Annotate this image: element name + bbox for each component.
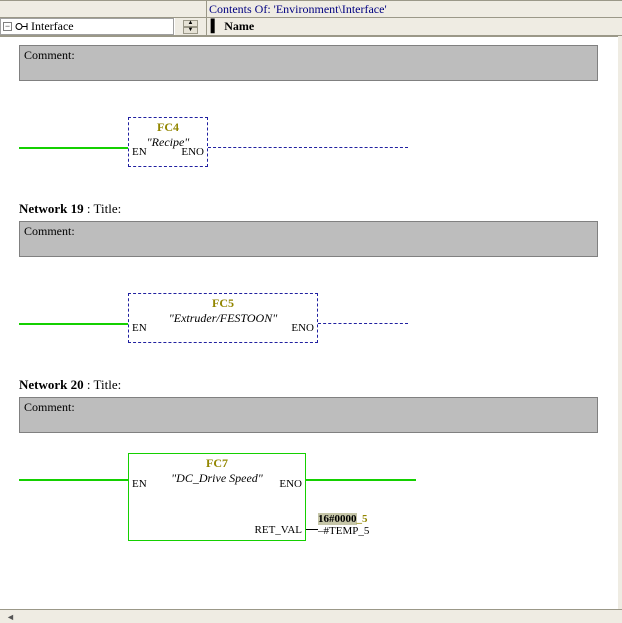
fc-id: FC7 [129,454,305,471]
column-grip-icon: ▍ [211,19,220,34]
power-rail-out [208,147,408,148]
column-name-label: Name [224,19,254,34]
comment-label: Comment: [24,224,75,238]
network-block-20: Network 20 : Title: Comment: FC7 "DC_Dri… [0,373,622,571]
fc-desc: "Extruder/FESTOON" [129,311,317,326]
fc-id: FC4 [129,118,207,135]
ladder-rung[interactable]: FC4 "Recipe" EN ENO [19,109,622,189]
comment-label: Comment: [24,400,75,414]
ladder-rung[interactable]: FC5 "Extruder/FESTOON" EN ENO [19,285,622,365]
ladder-rung[interactable]: FC7 "DC_Drive Speed" EN ENO RET_VAL 16#0… [19,451,622,571]
comment-box[interactable]: Comment: [19,397,598,433]
network-title-label: Title: [94,201,122,216]
function-block-fc5[interactable]: FC5 "Extruder/FESTOON" EN ENO [128,293,318,343]
network-title[interactable]: Network 19 : Title: [0,197,622,221]
network-number: Network 20 [19,377,84,392]
retval-temp: #TEMP_5 [324,525,370,537]
scroll-left-icon[interactable]: ◄ [6,612,15,622]
power-rail-in [19,479,128,481]
network-title[interactable]: Network 20 : Title: [0,373,622,397]
pin-en: EN [132,146,147,158]
interface-icon [15,20,28,33]
network-number: Network 19 [19,201,84,216]
power-rail-out [318,323,408,324]
retval-value[interactable]: 16#0000_5 –#TEMP_5 [318,513,369,537]
function-block-fc7[interactable]: FC7 "DC_Drive Speed" EN ENO RET_VAL [128,453,306,541]
vertical-scrollbar[interactable] [618,36,622,609]
pin-en: EN [132,322,147,334]
power-rail-in [19,323,128,325]
header-row: − Interface ▲ ▼ ▍ Name [0,18,622,36]
comment-box[interactable]: Comment: [19,45,598,81]
column-header-name[interactable]: ▍ Name [207,18,622,35]
network-title-label: Title: [94,377,122,392]
title-bar-left-gap [0,1,207,17]
pin-retval: RET_VAL [255,524,302,536]
pin-en: EN [132,478,147,490]
function-block-fc4[interactable]: FC4 "Recipe" EN ENO [128,117,208,167]
horizontal-scrollbar[interactable]: ◄ [0,609,622,623]
pin-eno: ENO [181,146,204,158]
interface-label: Interface [31,19,74,34]
contents-of-label: Contents Of: 'Environment\Interface' [207,1,622,17]
tree-spinner[interactable]: ▲ ▼ [174,18,207,35]
fc-id: FC5 [129,294,317,311]
contents-path: 'Environment\Interface' [274,2,387,16]
comment-box[interactable]: Comment: [19,221,598,257]
network-block-19: Network 19 : Title: Comment: FC5 "Extrud… [0,197,622,365]
contents-prefix: Contents Of: [209,2,274,16]
pin-eno: ENO [279,478,302,490]
network-sep: : [84,201,94,216]
network-block: Comment: FC4 "Recipe" EN ENO [0,45,622,189]
retval-suffix: _5 [357,513,368,525]
tree-collapse-icon[interactable]: − [3,22,12,31]
network-sep: : [84,377,94,392]
interface-tree-root[interactable]: − Interface [0,18,174,35]
spinner-up-icon[interactable]: ▲ [183,20,198,27]
title-bar: Contents Of: 'Environment\Interface' [0,0,622,18]
retval-hex: 16#0000 [318,513,357,525]
pin-eno: ENO [291,322,314,334]
power-rail-out [306,479,416,481]
spinner-down-icon[interactable]: ▼ [183,27,198,34]
ladder-editor[interactable]: Comment: FC4 "Recipe" EN ENO Network 19 … [0,36,622,609]
comment-label: Comment: [24,48,75,62]
power-rail-in [19,147,128,149]
retval-connector [306,529,318,530]
